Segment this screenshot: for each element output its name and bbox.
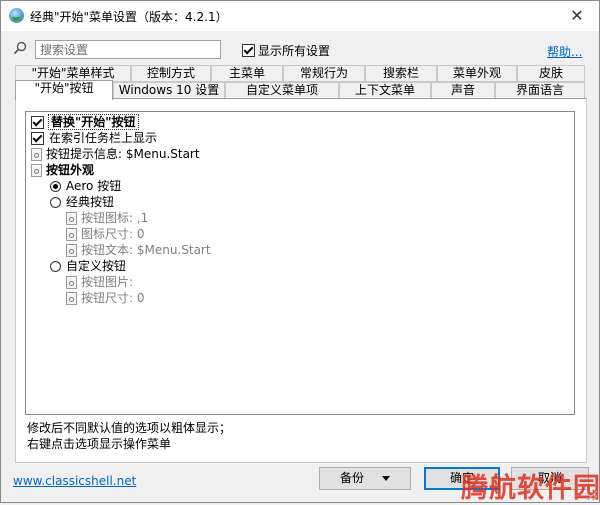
checkbox-checked[interactable] <box>242 44 255 57</box>
radio-selected[interactable] <box>50 181 61 192</box>
tab-skin[interactable]: 皮肤 <box>517 65 585 82</box>
tab-language[interactable]: 界面语言 <box>495 82 585 99</box>
setting-icon <box>66 212 77 225</box>
show-all-settings-checkbox[interactable]: 显示所有设置 <box>242 42 330 59</box>
setting-icon <box>31 148 42 161</box>
tab-context-menu[interactable]: 上下文菜单 <box>339 82 431 99</box>
setting-replace-start-button[interactable]: 替换"开始"按钮 <box>31 114 139 130</box>
setting-show-on-taskbar[interactable]: 在索引任务栏上显示 <box>31 130 157 146</box>
note-right-click: 右键点击选项显示操作菜单 <box>27 437 172 451</box>
tab-menu-look[interactable]: 菜单外观 <box>437 65 517 82</box>
tab-control[interactable]: 控制方式 <box>131 65 211 82</box>
setting-label: 按钮图标: ,1 <box>81 211 149 225</box>
help-link[interactable]: 帮助... <box>547 43 582 60</box>
radio-aero-button[interactable]: Aero 按钮 <box>50 178 121 194</box>
setting-custom-image[interactable]: 按钮图片: <box>66 274 133 290</box>
tab-main-menu[interactable]: 主菜单 <box>211 65 283 82</box>
setting-icon <box>66 292 77 305</box>
search-input[interactable] <box>35 40 221 59</box>
setting-label: 按钮图片: <box>81 275 134 289</box>
setting-icon <box>66 276 77 289</box>
setting-classic-text[interactable]: 按钮文本: $Menu.Start <box>66 242 211 258</box>
setting-label: 替换"开始"按钮 <box>48 114 139 130</box>
search-icon <box>13 41 27 55</box>
setting-label: 经典按钮 <box>66 195 115 209</box>
setting-label: Aero 按钮 <box>66 179 122 193</box>
settings-window: 经典"开始"菜单设置（版本：4.2.1） ✕ 显示所有设置 帮助... "开始"… <box>0 0 600 504</box>
setting-classic-icon[interactable]: 按钮图标: ,1 <box>66 210 148 226</box>
tab-sound[interactable]: 声音 <box>431 82 495 99</box>
setting-label: 自定义按钮 <box>66 259 127 273</box>
chevron-down-icon <box>382 476 390 481</box>
note-bold-defaults: 修改后不同默认值的选项以粗体显示； <box>27 421 232 435</box>
tab-custom-menu-items[interactable]: 自定义菜单项 <box>225 82 339 99</box>
radio-unselected[interactable] <box>50 197 61 208</box>
setting-icon <box>66 244 77 257</box>
setting-button-appearance[interactable]: 按钮外观 <box>31 162 94 178</box>
close-button[interactable]: ✕ <box>555 1 599 31</box>
setting-label: 按钮尺寸: 0 <box>81 291 145 305</box>
setting-icon <box>31 164 42 177</box>
tab-general-behavior[interactable]: 常规行为 <box>283 65 365 82</box>
backup-label: 备份 <box>339 471 364 485</box>
website-link[interactable]: www.classicshell.net <box>13 474 136 488</box>
resize-grip-icon[interactable] <box>587 490 597 500</box>
setting-label: 按钮提示信息: $Menu.Start <box>46 147 200 161</box>
checkbox-checked[interactable] <box>31 132 44 145</box>
tab-windows10-settings[interactable]: Windows 10 设置 <box>113 82 225 99</box>
radio-classic-button[interactable]: 经典按钮 <box>50 194 114 210</box>
setting-label: 按钮外观 <box>46 163 95 177</box>
setting-tooltip[interactable]: 按钮提示信息: $Menu.Start <box>31 146 200 162</box>
tab-start-button[interactable]: "开始"按钮 <box>15 80 113 100</box>
window-title: 经典"开始"菜单设置（版本：4.2.1） <box>30 10 228 24</box>
setting-label: 图标尺寸: 0 <box>81 227 145 241</box>
tab-search-box[interactable]: 搜索栏 <box>365 65 437 82</box>
setting-icon <box>66 228 77 241</box>
radio-unselected[interactable] <box>50 261 61 272</box>
show-all-settings-label: 显示所有设置 <box>258 44 331 58</box>
watermark: 腾航软件园 <box>461 473 600 504</box>
setting-label: 按钮文本: $Menu.Start <box>81 243 211 257</box>
backup-button[interactable]: 备份 <box>319 467 411 490</box>
setting-custom-size[interactable]: 按钮尺寸: 0 <box>66 290 145 306</box>
title-bar: 经典"开始"菜单设置（版本：4.2.1） ✕ <box>1 1 599 31</box>
checkbox-checked[interactable] <box>31 116 44 129</box>
setting-classic-icon-size[interactable]: 图标尺寸: 0 <box>66 226 145 242</box>
classic-shell-icon <box>9 8 24 23</box>
radio-custom-button[interactable]: 自定义按钮 <box>50 258 126 274</box>
setting-label: 在索引任务栏上显示 <box>49 131 158 145</box>
